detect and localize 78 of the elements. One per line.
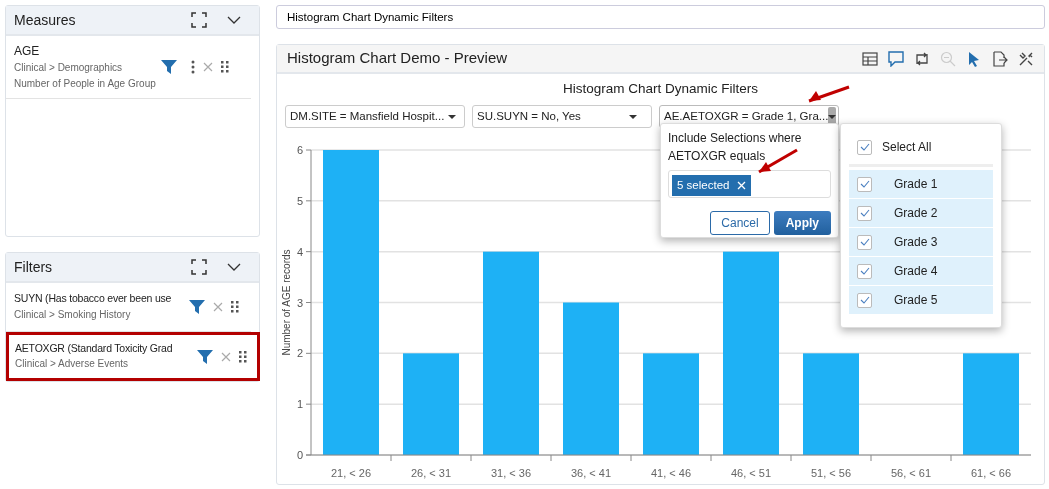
select-all-label[interactable]: Select All	[882, 138, 932, 156]
check-icon	[859, 296, 870, 304]
filter-item[interactable]: SUYN (Has tobacco ever been use Clinical > Smoking History	[6, 283, 251, 332]
selection-field[interactable]: 5 selected	[668, 170, 831, 198]
x-tick-label: 61, < 66	[970, 467, 1012, 480]
remove-icon[interactable]	[737, 181, 747, 191]
y-tick-label: 1	[296, 398, 303, 411]
filter-path: Clinical > Smoking History	[14, 307, 132, 322]
check-icon	[859, 267, 870, 275]
apply-button[interactable]: Apply	[773, 211, 831, 235]
checkbox[interactable]	[857, 176, 872, 192]
tools-icon[interactable]	[1018, 50, 1034, 67]
chart-title: Histogram Chart Dynamic Filters	[562, 80, 758, 98]
search-field[interactable]: Histogram Chart Dynamic Filters	[276, 5, 1045, 29]
option-label[interactable]: Grade 5	[894, 291, 938, 309]
measure-path: Clinical > Demographics	[14, 61, 124, 75]
checkbox[interactable]	[857, 139, 872, 155]
dropdown[interactable]: SU.SUYN = No, Yes	[472, 105, 652, 129]
drag-handle-icon[interactable]	[231, 301, 239, 313]
option-label[interactable]: Grade 3	[894, 233, 938, 251]
panel-title: Measures	[14, 10, 77, 30]
measure-description: Number of People in Age Group	[14, 77, 157, 91]
panel-title: Filters	[14, 257, 54, 277]
selection-token[interactable]: 5 selected	[672, 175, 752, 197]
filter-path: Clinical > Adverse Events	[15, 357, 130, 372]
caret-icon	[629, 114, 637, 119]
dropdown[interactable]: DM.SITE = Mansfield Hospit...	[285, 105, 465, 129]
option-label[interactable]: Grade 2	[894, 204, 938, 222]
x-tick-label: 46, < 51	[730, 467, 772, 480]
y-axis-label: Number of AGE records	[281, 249, 292, 356]
y-tick-label: 0	[296, 449, 303, 462]
popover-text: AETOXGR equals	[668, 148, 766, 165]
x-tick-label: 21, < 26	[330, 467, 372, 480]
cancel-button[interactable]: Cancel	[710, 211, 770, 235]
y-tick-label: 6	[296, 144, 303, 157]
x-tick-label: 26, < 31	[410, 467, 452, 480]
filter-item[interactable]: AETOXGR (Standard Toxicity Grad Clinical > Adverse Events	[6, 332, 260, 381]
y-tick-label: 4	[296, 245, 303, 258]
checkbox[interactable]	[857, 234, 872, 250]
x-tick-label: 31, < 36	[490, 467, 532, 480]
swap-icon[interactable]	[914, 50, 930, 67]
expand-icon[interactable]	[191, 12, 207, 28]
check-icon	[859, 180, 870, 188]
filter-icon[interactable]	[197, 349, 213, 364]
annotation-arrow	[806, 84, 852, 104]
y-tick-label: 3	[296, 296, 303, 309]
x-tick-label: 41, < 46	[650, 467, 692, 480]
measure-name: AGE	[14, 43, 41, 60]
panel-title: Histogram Chart Demo - Preview	[287, 48, 509, 69]
comment-icon[interactable]	[888, 50, 904, 67]
option-label[interactable]: Grade 1	[894, 175, 938, 193]
check-icon	[859, 238, 870, 246]
chevron-down-icon[interactable]	[227, 263, 241, 271]
check-icon	[859, 209, 870, 217]
caret-icon	[448, 114, 457, 119]
expand-icon[interactable]	[191, 259, 207, 275]
x-tick-label: 36, < 41	[570, 467, 612, 480]
export-icon[interactable]	[992, 50, 1008, 67]
kebab-menu-icon[interactable]	[191, 60, 195, 74]
drag-handle-icon[interactable]	[239, 350, 247, 363]
chevron-down-icon[interactable]	[227, 16, 241, 24]
table-icon[interactable]	[862, 50, 878, 67]
filter-icon[interactable]	[161, 60, 177, 74]
filter-icon[interactable]	[189, 300, 205, 314]
filter-name: SUYN (Has tobacco ever been use	[14, 291, 172, 307]
y-tick-label: 2	[296, 347, 303, 360]
y-tick-label: 5	[296, 195, 303, 208]
checkbox[interactable]	[857, 205, 872, 221]
checkbox[interactable]	[857, 263, 872, 279]
filter-name: AETOXGR (Standard Toxicity Grad	[15, 340, 173, 356]
caret-icon	[828, 114, 837, 119]
checkbox[interactable]	[857, 292, 872, 308]
option-label[interactable]: Grade 4	[894, 262, 938, 280]
x-tick-label: 51, < 56	[810, 467, 852, 480]
popover-text: Include Selections where	[668, 130, 802, 147]
drag-handle-icon[interactable]	[221, 61, 229, 73]
x-tick-label: 56, < 61	[890, 467, 932, 480]
check-icon	[859, 143, 870, 151]
